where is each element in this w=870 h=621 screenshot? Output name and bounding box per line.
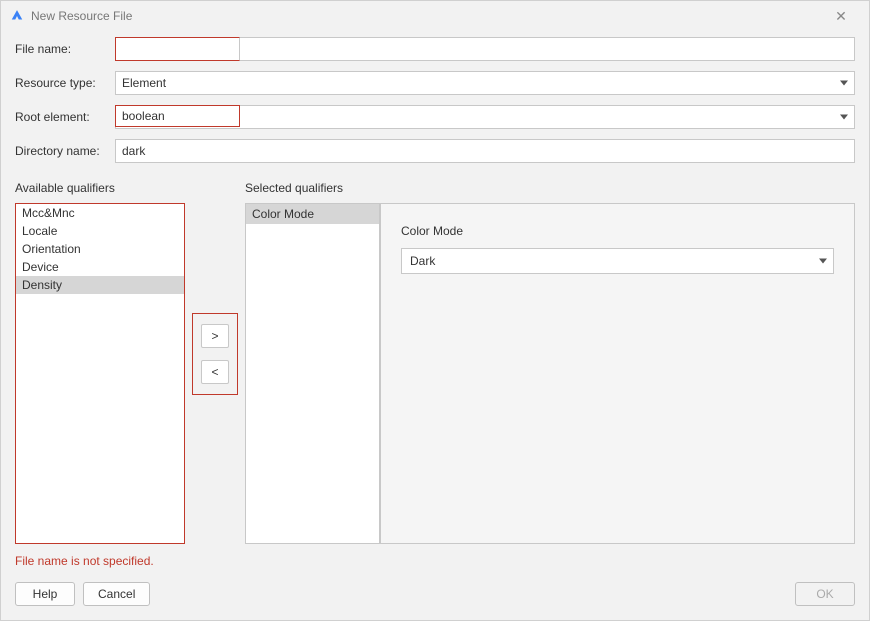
color-mode-value: Dark xyxy=(410,254,435,268)
available-qualifiers-label: Available qualifiers xyxy=(15,181,185,197)
qualifier-detail-panel: Color Mode Dark xyxy=(380,203,855,544)
resource-type-select[interactable]: Element xyxy=(115,71,855,95)
close-icon[interactable]: ✕ xyxy=(821,8,861,25)
list-item[interactable]: Orientation xyxy=(16,240,184,258)
window-title: New Resource File xyxy=(31,9,132,23)
help-button[interactable]: Help xyxy=(15,582,75,606)
root-element-label: Root element: xyxy=(15,110,115,124)
button-bar: Help Cancel OK xyxy=(1,568,869,620)
file-name-field[interactable] xyxy=(115,37,855,61)
form-area: File name: Resource type: Element Root e… xyxy=(1,31,869,173)
detail-label: Color Mode xyxy=(401,224,834,238)
transfer-buttons: > < xyxy=(192,313,238,395)
new-resource-file-dialog: New Resource File ✕ File name: Resource … xyxy=(0,0,870,621)
move-right-button[interactable]: > xyxy=(201,324,229,348)
available-qualifiers-list[interactable]: Mcc&MncLocaleOrientationDeviceDensity xyxy=(15,203,185,544)
resource-type-label: Resource type: xyxy=(15,76,115,90)
list-item[interactable]: Color Mode xyxy=(246,204,379,224)
list-item[interactable]: Density xyxy=(16,276,184,294)
chevron-down-icon xyxy=(840,115,848,120)
color-mode-select[interactable]: Dark xyxy=(401,248,834,274)
error-message: File name is not specified. xyxy=(1,544,869,568)
list-item[interactable]: Mcc&Mnc xyxy=(16,204,184,222)
list-item[interactable]: Device xyxy=(16,258,184,276)
titlebar: New Resource File ✕ xyxy=(1,1,869,31)
app-icon xyxy=(9,8,25,24)
selected-qualifiers-label: Selected qualifiers xyxy=(245,181,380,197)
directory-name-field xyxy=(115,139,855,163)
directory-name-label: Directory name: xyxy=(15,144,115,158)
root-element-value: boolean xyxy=(122,109,165,123)
chevron-down-icon xyxy=(840,81,848,86)
move-left-button[interactable]: < xyxy=(201,360,229,384)
selected-qualifiers-list[interactable]: Color Mode xyxy=(245,203,380,544)
file-name-label: File name: xyxy=(15,42,115,56)
resource-type-value: Element xyxy=(122,76,166,90)
chevron-down-icon xyxy=(819,259,827,264)
list-item[interactable]: Locale xyxy=(16,222,184,240)
root-element-select[interactable]: boolean xyxy=(115,105,855,129)
cancel-button[interactable]: Cancel xyxy=(83,582,150,606)
qualifiers-area: Available qualifiers Mcc&MncLocaleOrient… xyxy=(1,173,869,544)
ok-button: OK xyxy=(795,582,855,606)
